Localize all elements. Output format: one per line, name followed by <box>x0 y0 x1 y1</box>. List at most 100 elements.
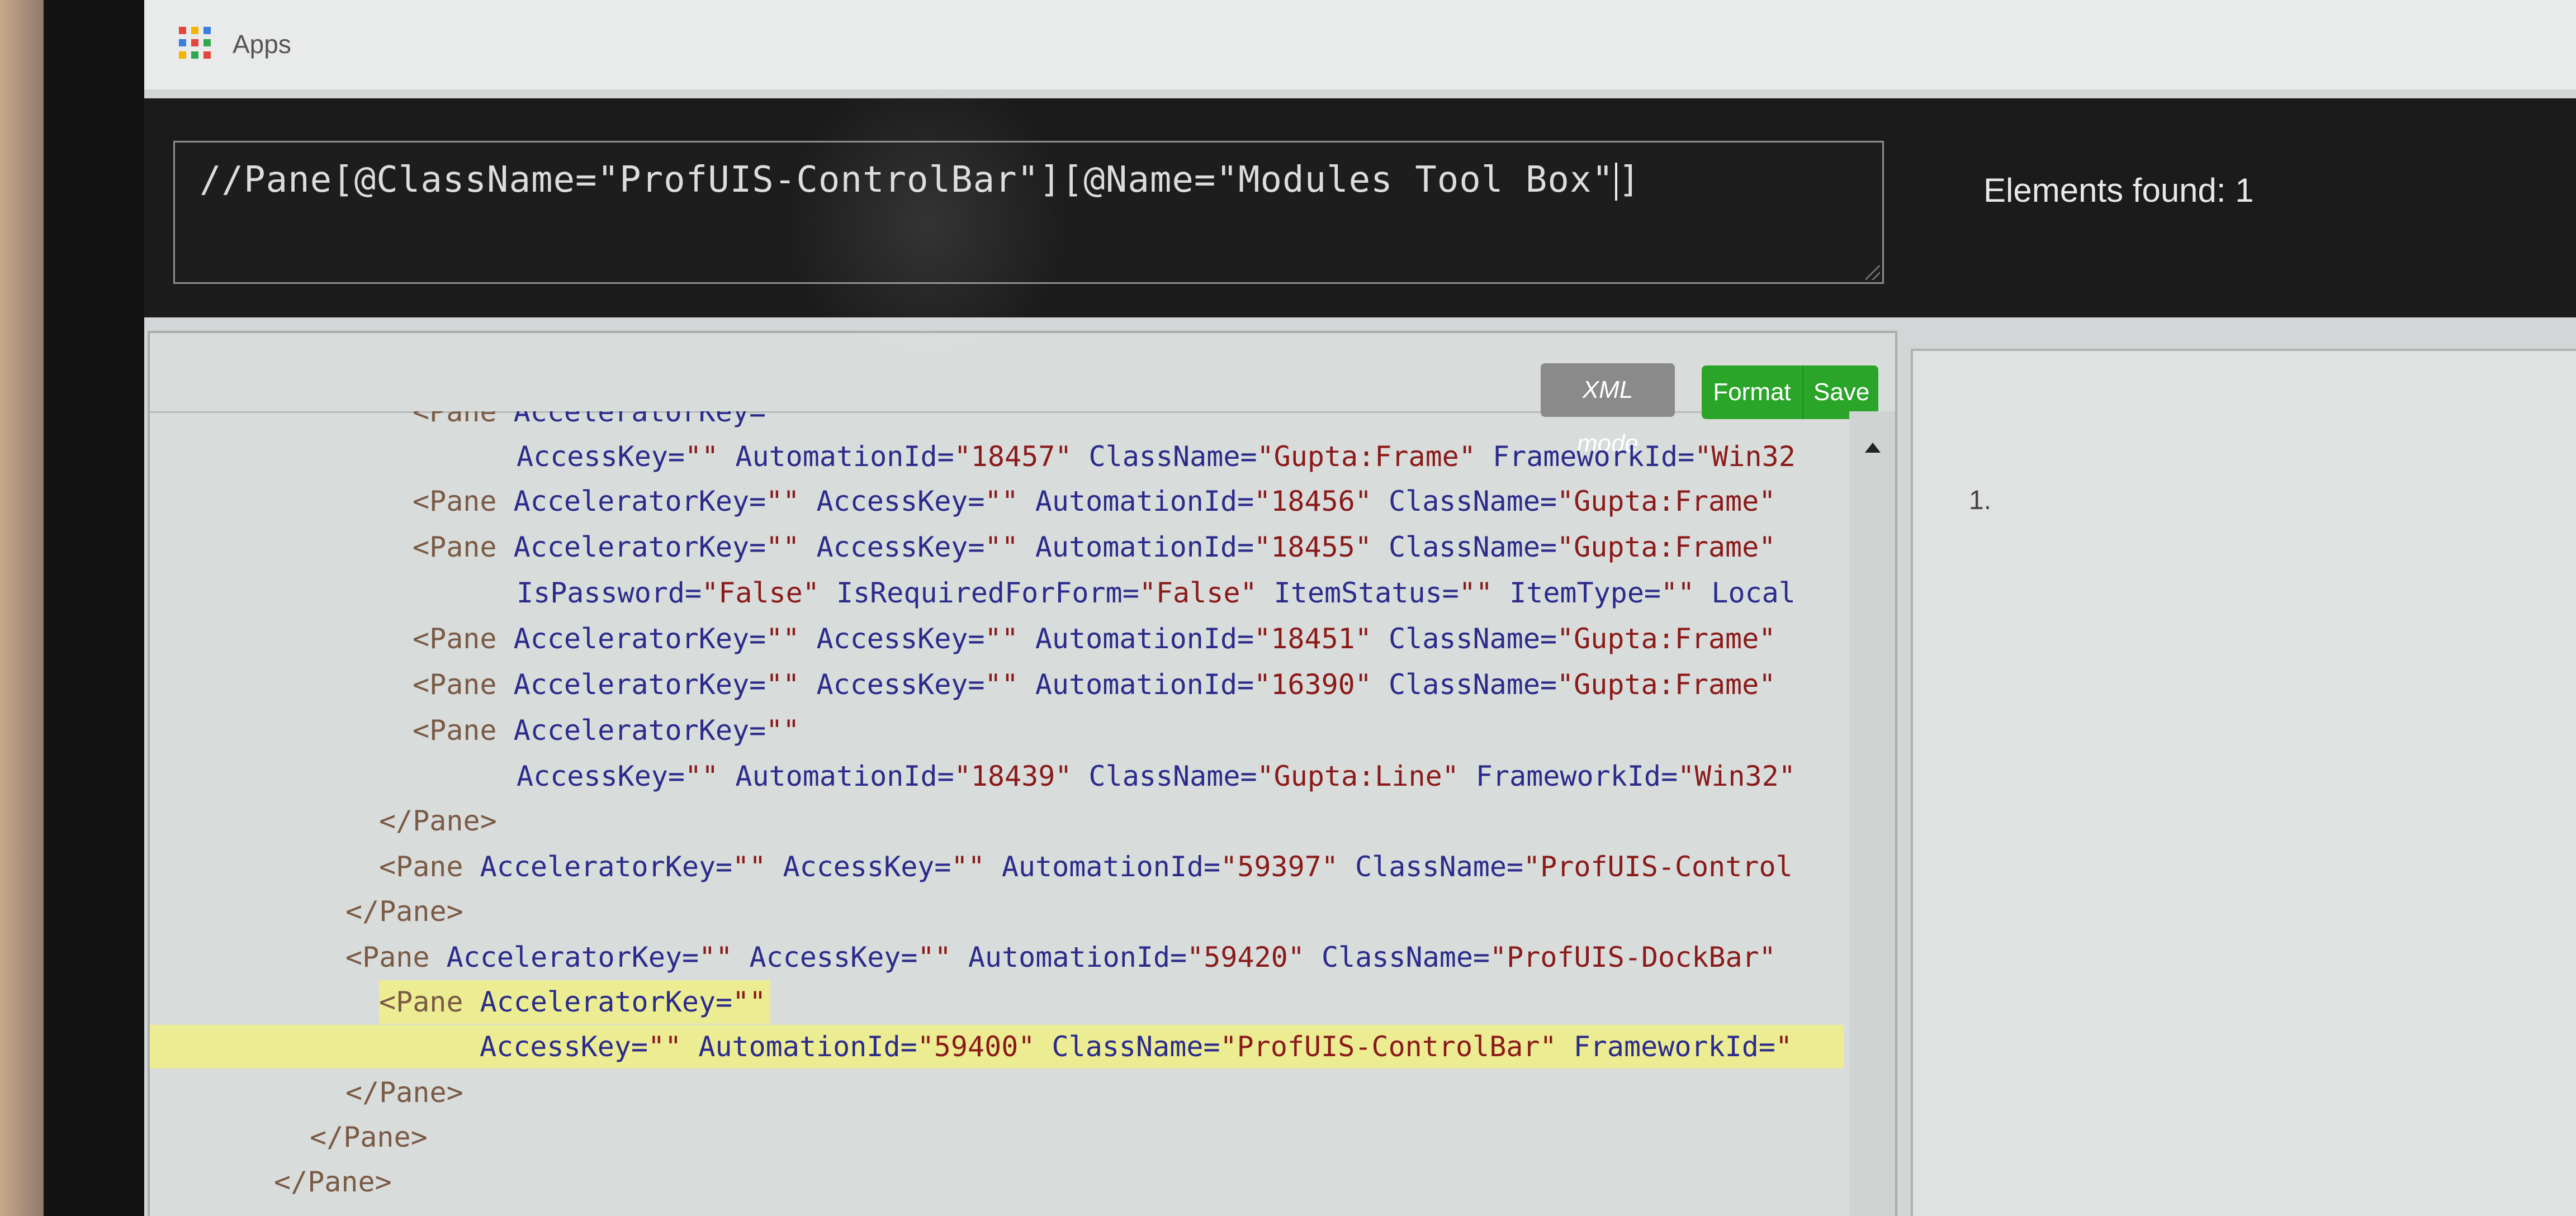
code-token: "18456" <box>1254 485 1389 517</box>
code-token: ItemType= <box>1509 577 1661 609</box>
code-token: AccessKey= <box>517 440 685 473</box>
code-token: "18457" <box>954 440 1089 473</box>
code-line[interactable]: </Pane> <box>379 799 497 843</box>
code-token: AccessKey= <box>816 668 985 701</box>
resize-handle-icon[interactable] <box>1865 265 1880 280</box>
code-token: "" <box>1661 577 1712 609</box>
editor-scrollbar[interactable] <box>1849 411 1895 1216</box>
code-line[interactable]: AccessKey="" AutomationId="59400" ClassN… <box>150 1025 1844 1068</box>
code-token: ClassName= <box>1052 1030 1220 1063</box>
code-token: "" <box>984 623 1035 655</box>
code-token: AcceleratorKey= <box>480 986 733 1018</box>
code-token: "ProfUIS-Control <box>1523 851 1793 883</box>
xpath-input[interactable]: //Pane[@ClassName="ProfUIS-ControlBar"][… <box>173 141 1884 284</box>
code-token: "18439" <box>954 760 1089 792</box>
code-token: "Gupta:Frame" <box>1557 668 1776 701</box>
code-token: "" <box>917 941 968 973</box>
code-line[interactable]: AccessKey="" AutomationId="18439" ClassN… <box>517 754 1796 798</box>
code-token: "" <box>766 485 817 517</box>
code-line[interactable]: <Pane AcceleratorKey="" AccessKey="" Aut… <box>413 525 1775 569</box>
results-panel: 1. <box>1911 349 2576 1216</box>
code-token: AccessKey= <box>816 623 985 655</box>
code-token: "16390" <box>1254 668 1389 701</box>
xpath-query-text[interactable]: //Pane[@ClassName="ProfUIS-ControlBar"][… <box>200 159 1641 201</box>
code-token: <Pane <box>379 986 480 1018</box>
code-line[interactable]: <Pane AcceleratorKey="" AccessKey="" Aut… <box>379 845 1793 889</box>
code-line[interactable]: <Pane AcceleratorKey="" AccessKey="" Aut… <box>345 935 1776 979</box>
xml-editor-panel: XML mode Format Save <Pane AcceleratorKe… <box>148 331 1897 1216</box>
code-line[interactable]: IsPassword="False" IsRequiredForForm="Fa… <box>517 571 1796 615</box>
code-line[interactable]: </Pane> <box>345 1071 463 1114</box>
code-token: "ProfUIS-DockBar" <box>1490 941 1776 973</box>
code-line[interactable]: <Pane AcceleratorKey="" AccessKey="" Aut… <box>413 663 1775 706</box>
code-token: <Pane <box>413 668 514 701</box>
code-token: ItemStatus= <box>1273 577 1459 609</box>
code-token: "Gupta:Line" <box>1257 760 1476 792</box>
code-line[interactable]: </Pane> <box>274 1160 392 1204</box>
code-token: ClassName= <box>1389 531 1557 563</box>
code-token: AcceleratorKey= <box>513 485 766 517</box>
scroll-up-arrow-icon[interactable] <box>1865 443 1881 453</box>
code-token: "" <box>685 760 736 792</box>
code-line[interactable]: <Pane AcceleratorKey="" <box>379 980 770 1024</box>
code-line[interactable]: <Pane AcceleratorKey="" <box>413 709 799 752</box>
code-line[interactable]: </Pane> <box>345 890 463 933</box>
code-token: AcceleratorKey= <box>513 531 766 563</box>
code-token: ClassName= <box>1355 851 1524 883</box>
code-token: ClassName= <box>1389 668 1557 701</box>
code-token: </Pane> <box>345 1076 463 1109</box>
code-token: AutomationId= <box>1001 851 1221 883</box>
code-line[interactable]: <Pane AcceleratorKey="" AccessKey="" Aut… <box>413 479 1775 523</box>
code-token: "" <box>766 623 817 655</box>
code-token: ClassName= <box>1088 440 1257 473</box>
code-token: AcceleratorKey= <box>446 941 699 973</box>
code-token: </Pane> <box>274 1166 392 1198</box>
code-token: "Win32 <box>1694 440 1796 473</box>
code-token: AutomationId= <box>698 1030 917 1063</box>
code-token: AutomationId= <box>1035 531 1254 563</box>
code-token: "" <box>732 851 783 883</box>
code-token: AcceleratorKey= <box>513 668 766 701</box>
code-token: ClassName= <box>1389 623 1557 655</box>
code-token: "False" <box>1139 577 1274 609</box>
code-token: "" <box>766 531 817 563</box>
code-token: <Pane <box>345 941 447 973</box>
code-token: "59420" <box>1187 941 1322 973</box>
code-token: AccessKey= <box>749 941 918 973</box>
code-token: "" <box>984 668 1035 701</box>
code-token: FrameworkId= <box>1492 440 1695 473</box>
code-line[interactable]: </Pane> <box>310 1115 428 1159</box>
xml-mode-button[interactable]: XML mode <box>1541 363 1675 457</box>
code-token: <Pane <box>379 851 480 883</box>
code-token: AutomationId= <box>1035 623 1254 655</box>
apps-link[interactable]: Apps <box>233 29 291 59</box>
code-token: "" <box>984 485 1035 517</box>
code-token: AutomationId= <box>1035 485 1254 517</box>
code-token: </Pane> <box>379 805 497 837</box>
code-token: "" <box>685 440 736 473</box>
code-token: "" <box>766 411 800 428</box>
screen: Apps //Pane[@ClassName="ProfUIS-ControlB… <box>144 0 2576 1216</box>
code-token: <Pane <box>413 411 514 428</box>
result-list-item[interactable]: 1. <box>1969 485 1991 516</box>
xpath-query-header: //Pane[@ClassName="ProfUIS-ControlBar"][… <box>144 98 2576 317</box>
code-line[interactable]: <Pane AcceleratorKey="" <box>413 411 799 434</box>
xml-code-view[interactable]: <Pane AcceleratorKey="" AccessKey="" Auto… <box>150 411 1850 1216</box>
code-line[interactable]: AccessKey="" AutomationId="18457" ClassN… <box>517 435 1796 478</box>
code-token: "Gupta:Frame" <box>1257 440 1493 473</box>
code-token: <Pane <box>413 485 514 517</box>
code-line[interactable]: <Pane AcceleratorKey="" AccessKey="" Aut… <box>413 617 1775 661</box>
code-token: "" <box>732 986 766 1018</box>
code-token: "" <box>1459 577 1510 609</box>
elements-found-count: Elements found: 1 <box>1983 172 2254 209</box>
text-caret <box>1615 163 1617 201</box>
code-token: " <box>1775 1030 1793 1063</box>
code-token: "" <box>766 668 817 701</box>
code-token: "Win32" <box>1678 760 1796 792</box>
apps-grid-icon[interactable] <box>179 27 212 60</box>
code-token: AccessKey= <box>816 531 985 563</box>
code-token: AcceleratorKey= <box>513 714 766 747</box>
code-token: AutomationId= <box>1035 668 1254 701</box>
desk-edge <box>0 0 44 1216</box>
code-token: "59397" <box>1220 851 1355 883</box>
